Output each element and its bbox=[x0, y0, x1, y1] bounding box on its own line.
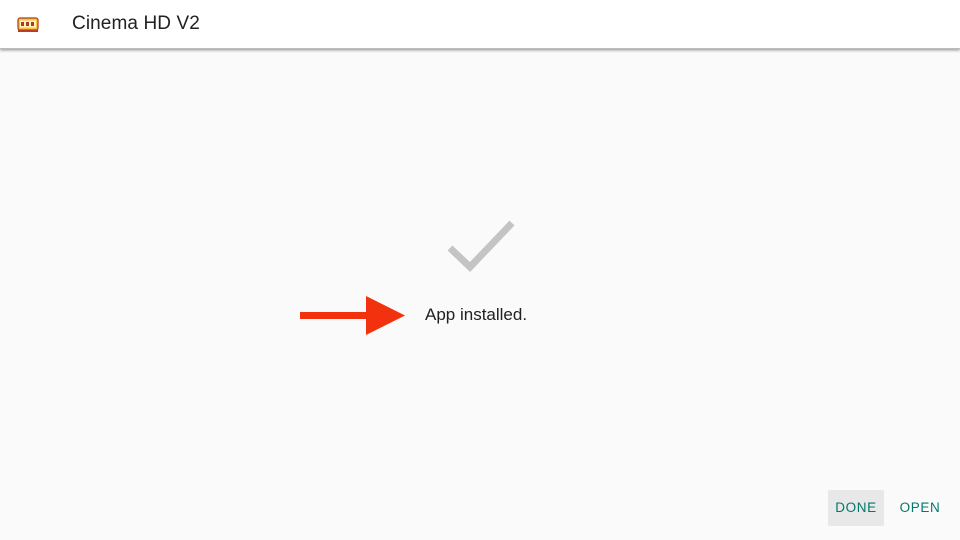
app-bar: Cinema HD V2 bbox=[0, 0, 960, 49]
red-arrow-right-icon bbox=[300, 296, 405, 335]
cinema-hd-app-icon bbox=[17, 17, 39, 32]
checkmark-icon bbox=[447, 220, 515, 272]
open-button[interactable]: OPEN bbox=[892, 490, 948, 526]
install-complete-screen: Cinema HD V2 App installed. DONE OPEN bbox=[0, 0, 960, 540]
install-status-text: App installed. bbox=[425, 305, 528, 324]
app-title: Cinema HD V2 bbox=[72, 13, 200, 34]
done-button[interactable]: DONE bbox=[828, 490, 884, 526]
